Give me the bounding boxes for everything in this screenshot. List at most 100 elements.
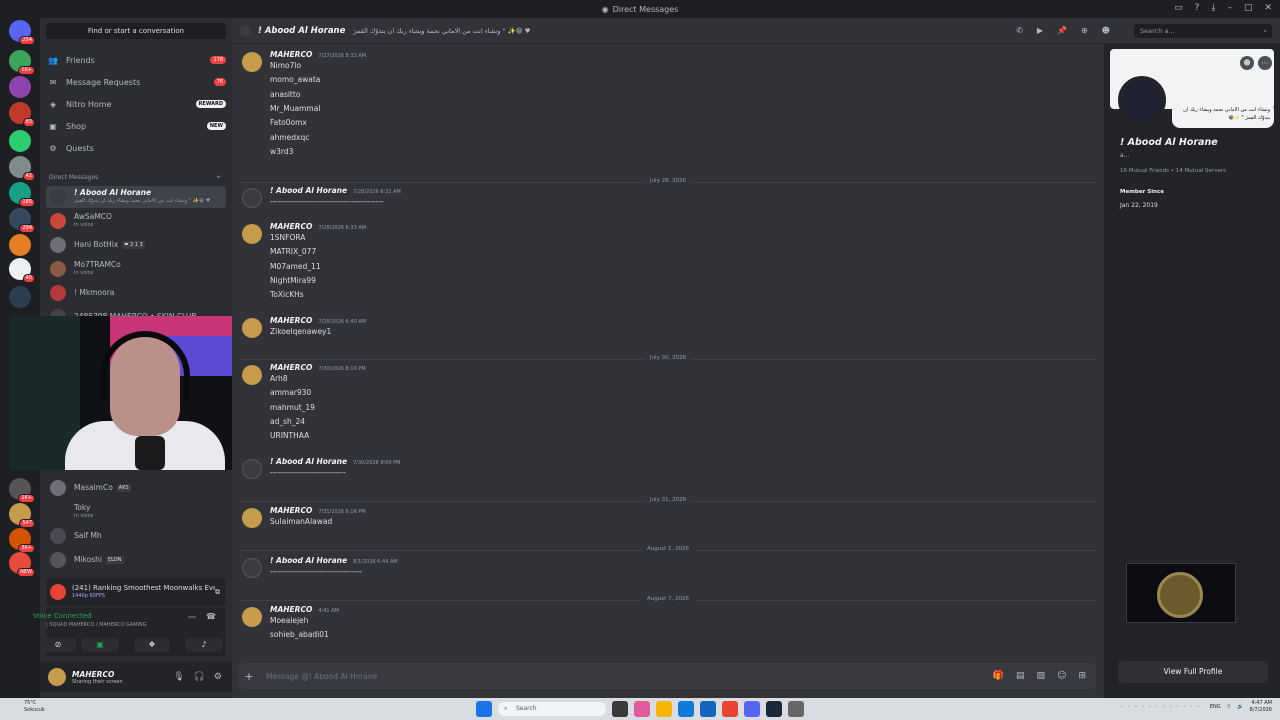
help-icon[interactable]: ? bbox=[1195, 3, 1200, 13]
sticker-icon[interactable]: ▧ bbox=[1037, 671, 1046, 681]
view-full-profile-button[interactable]: View Full Profile bbox=[1118, 661, 1268, 683]
server-icon[interactable] bbox=[9, 286, 31, 308]
close-icon[interactable]: ✕ bbox=[1264, 3, 1272, 13]
dm-item-hani[interactable]: Hani BotHix ❤ 2 1 3 bbox=[46, 234, 226, 256]
gift-icon[interactable]: 🎁 bbox=[993, 671, 1004, 681]
chrome-icon[interactable] bbox=[722, 701, 738, 717]
clock[interactable]: 4:47 AM 8/7/2026 bbox=[1250, 700, 1272, 714]
activities-button[interactable]: ❖ bbox=[134, 638, 170, 652]
attach-plus-icon[interactable]: + bbox=[238, 670, 260, 683]
message-author[interactable]: MAHERCO bbox=[270, 363, 312, 372]
video-call-icon[interactable]: ▶ bbox=[1037, 26, 1043, 35]
apps-icon[interactable]: ⊞ bbox=[1078, 671, 1086, 681]
nav-nitro-home[interactable]: ◈ Nitro Home REWARD bbox=[46, 95, 226, 113]
nav-friends[interactable]: 👥 Friends 178 bbox=[46, 51, 226, 69]
server-icon[interactable] bbox=[9, 234, 31, 256]
server-icon[interactable]: 83 bbox=[9, 102, 35, 127]
server-icon[interactable]: 547 bbox=[9, 503, 35, 528]
server-icon[interactable]: 40 bbox=[9, 258, 35, 283]
camera-button[interactable]: ⊘ bbox=[40, 638, 76, 652]
search-input[interactable]: Search a... ⌕ bbox=[1134, 24, 1272, 38]
edge-icon[interactable] bbox=[678, 701, 694, 717]
server-icon[interactable]: 3K+ bbox=[9, 528, 35, 553]
mic-icon[interactable]: 🎙 bbox=[173, 672, 184, 682]
server-icon[interactable]: 294 bbox=[9, 208, 35, 233]
windows-start-icon[interactable] bbox=[476, 701, 492, 717]
dm-item-mo7tramco[interactable]: Mo7TRAMCo In voice bbox=[46, 258, 226, 280]
message-avatar[interactable] bbox=[242, 508, 262, 528]
dm-item-saif[interactable]: Saif Mh bbox=[46, 525, 226, 547]
message-author[interactable]: ! Abood Al Horane bbox=[270, 556, 347, 565]
add-friend-icon[interactable]: ☻ bbox=[1240, 56, 1254, 70]
screen-share-thumbnail[interactable] bbox=[1126, 563, 1236, 623]
server-icon[interactable]: 1K+ bbox=[9, 50, 35, 75]
soundboard-button[interactable]: ♪ bbox=[186, 638, 222, 652]
discord-icon[interactable] bbox=[744, 701, 760, 717]
message-composer[interactable]: + Message @! Abood Al Horane 🎁 ▤ ▧ ☺ ⊞ bbox=[238, 663, 1096, 689]
pin-icon[interactable]: 📌 bbox=[1057, 26, 1067, 35]
gif-icon[interactable]: ▤ bbox=[1016, 671, 1025, 681]
dm-item-mkmoora[interactable]: ! Mkmoora bbox=[46, 282, 226, 304]
noise-suppression-icon[interactable]: 〰 bbox=[188, 612, 196, 623]
profile-mutuals[interactable]: 16 Mutual Friends • 14 Mutual Servers bbox=[1120, 168, 1226, 174]
taskbar-search[interactable]: ⌕ Search bbox=[498, 702, 606, 716]
server-icon[interactable]: 1K+ bbox=[9, 478, 35, 503]
message-author[interactable]: MAHERCO bbox=[270, 316, 312, 325]
server-icon[interactable] bbox=[9, 130, 31, 152]
chat-title[interactable]: ! Abood Al Horane bbox=[258, 26, 345, 36]
maximize-icon[interactable]: □ bbox=[1244, 3, 1253, 13]
server-icon[interactable]: 254 bbox=[9, 20, 35, 45]
dm-item-awsamco[interactable]: AwSaMCO In voice bbox=[46, 210, 226, 232]
message-avatar[interactable] bbox=[242, 318, 262, 338]
tray-icons[interactable]: ◦◦◦◦◦◦◦◦◦◦◦◦ bbox=[1120, 704, 1203, 710]
dm-item-abood[interactable]: ! Abood Al Horane وتشاء انت من الاماني نج… bbox=[46, 186, 226, 208]
profile-avatar[interactable] bbox=[1118, 76, 1166, 124]
wifi-icon[interactable]: ⌔ bbox=[1227, 704, 1232, 710]
dm-item-masalmco[interactable]: MasalmCo AKS bbox=[46, 477, 226, 499]
file-explorer-icon[interactable] bbox=[656, 701, 672, 717]
message-avatar[interactable] bbox=[242, 224, 262, 244]
add-dm-icon[interactable]: + bbox=[216, 174, 221, 181]
message-author[interactable]: MAHERCO bbox=[270, 506, 312, 515]
disconnect-icon[interactable]: ☎ bbox=[206, 612, 216, 621]
add-friend-icon[interactable]: ⊕ bbox=[1081, 26, 1088, 35]
popout-icon[interactable]: ⧉ bbox=[215, 588, 220, 597]
server-icon[interactable]: 185 bbox=[9, 182, 35, 207]
emoji-icon[interactable]: ☺ bbox=[1057, 671, 1066, 681]
nav-shop[interactable]: ▣ Shop NEW bbox=[46, 117, 226, 135]
message-avatar[interactable] bbox=[242, 558, 262, 578]
copilot-icon[interactable] bbox=[634, 701, 650, 717]
message-avatar[interactable] bbox=[242, 365, 262, 385]
download-icon[interactable]: ⤓ bbox=[1211, 3, 1215, 13]
message-author[interactable]: ! Abood Al Horane bbox=[270, 186, 347, 195]
nav-message-requests[interactable]: ✉ Message Requests 76 bbox=[46, 73, 226, 91]
message-avatar[interactable] bbox=[242, 607, 262, 627]
inbox-icon[interactable]: ▭ bbox=[1174, 3, 1183, 13]
find-conversation-button[interactable]: Find or start a conversation bbox=[46, 23, 226, 39]
voice-call-icon[interactable]: ✆ bbox=[1016, 26, 1023, 35]
message-author[interactable]: MAHERCO bbox=[270, 50, 312, 59]
volume-icon[interactable]: 🔊 bbox=[1237, 704, 1243, 710]
server-icon[interactable]: 42 bbox=[9, 156, 35, 181]
user-profile-icon[interactable]: ☻ bbox=[1102, 26, 1110, 35]
screenshare-button[interactable]: ▣ bbox=[82, 638, 118, 652]
headphones-icon[interactable]: 🎧 bbox=[194, 672, 205, 682]
media-activity[interactable]: (241) Ranking Smoothest Moonwalks Ever..… bbox=[46, 578, 226, 606]
language-indicator[interactable]: ENG bbox=[1210, 704, 1221, 710]
dm-item-toky[interactable]: Toky In voice bbox=[46, 501, 226, 523]
message-author[interactable]: ! Abood Al Horane bbox=[270, 457, 347, 466]
server-icon[interactable]: NEW bbox=[9, 552, 35, 577]
message-avatar[interactable] bbox=[242, 188, 262, 208]
user-avatar[interactable] bbox=[48, 668, 66, 686]
store-icon[interactable] bbox=[700, 701, 716, 717]
message-author[interactable]: MAHERCO bbox=[270, 605, 312, 614]
message-avatar[interactable] bbox=[242, 459, 262, 479]
task-view-icon[interactable] bbox=[612, 701, 628, 717]
server-icon[interactable] bbox=[9, 76, 31, 98]
nav-quests[interactable]: ⚙ Quests bbox=[46, 139, 226, 157]
message-avatar[interactable] bbox=[242, 52, 262, 72]
settings-gear-icon[interactable]: ⚙ bbox=[214, 672, 222, 682]
steam-icon[interactable] bbox=[766, 701, 782, 717]
weather-widget[interactable]: 75°C Sokucuk bbox=[24, 700, 45, 714]
more-options-icon[interactable]: ⋯ bbox=[1258, 56, 1272, 70]
